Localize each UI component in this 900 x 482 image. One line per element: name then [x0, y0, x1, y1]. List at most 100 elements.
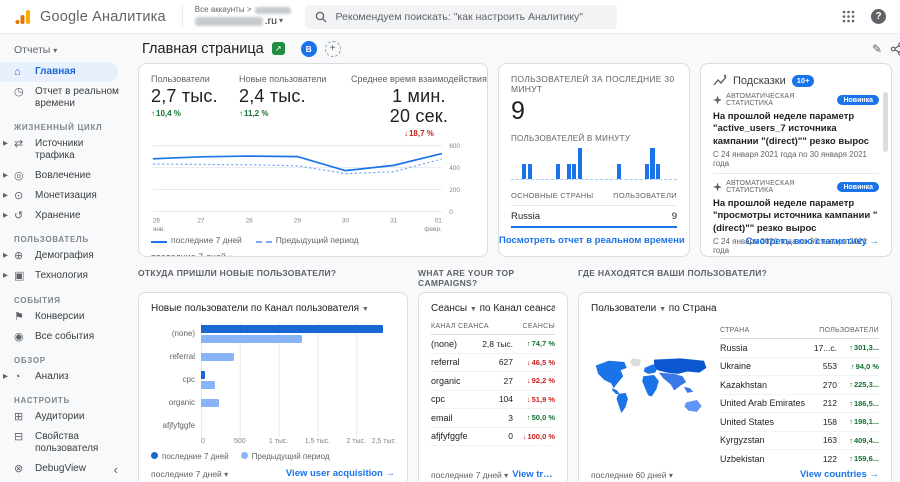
table-row[interactable]: Uzbekistan 122 ↑159,6... [720, 450, 879, 468]
date-range-selector[interactable]: последние 60 дней ▾ [591, 470, 673, 480]
table-row[interactable]: Kazakhstan 270 ↑225,3... [719, 376, 879, 395]
search-bar[interactable]: Рекомендуем поискать: "как настроить Ана… [305, 4, 618, 29]
chevron-down-icon[interactable]: ▼ [659, 306, 666, 313]
metric-new-users[interactable]: Новые пользователи 2,4 тыс. ↑11,2 % [239, 74, 345, 138]
trend-arrow-icon: ↑ [849, 398, 853, 408]
reports-dropdown[interactable]: Отчеты ▾ [0, 36, 130, 62]
table-row[interactable]: afjfyfggfe 0 ↓100,0 % [431, 428, 555, 446]
bar-chart-x-axis: 0 500 1 тыс. 1,5 тыс. 2 тыс. 2,5 тыс [201, 437, 395, 447]
trend-arrow-icon: ↑ [526, 339, 531, 348]
date-range-selector[interactable]: последние 7 дней ▾ [151, 252, 475, 256]
question-campaigns: WHAT ARE YOUR TOP CAMPAIGNS? [418, 268, 515, 288]
chevron-down-icon: ▾ [228, 253, 232, 256]
demographics-icon: ⊕ [14, 250, 24, 263]
chart-legend: последние 7 дней Предыдущий период [151, 452, 395, 461]
table-row[interactable]: organic 27 ↓92,2 % [431, 372, 555, 391]
view-all-insights-link[interactable]: Смотреть всю статистику → [746, 236, 879, 247]
metric-avg-engagement-time[interactable]: Среднее время взаимодействия 1 мин. 20 с… [351, 74, 487, 138]
sidebar-item-analysis[interactable]: ▶ ◔ Анализ [0, 367, 130, 387]
bar-row[interactable]: referral [151, 345, 395, 368]
table-row[interactable]: United Arab Emirates 212 ↑186,5... [719, 395, 879, 413]
table-row[interactable]: email 3 ↑50,0 % [431, 409, 555, 428]
line-series-current [152, 152, 443, 172]
trend-arrow-icon: ↑ [849, 454, 853, 463]
comparison-badge[interactable]: B [300, 40, 317, 57]
metric-selector[interactable]: Сеансы [431, 303, 467, 314]
country-column-header: СТРАНА [719, 327, 750, 334]
table-row[interactable]: United States 158 ↑198,1... [719, 413, 879, 432]
sidebar-item-all-events[interactable]: ◉ Все события [0, 327, 130, 347]
date-range-selector[interactable]: последние 7 дней ▾ [431, 470, 508, 480]
sidebar-section-user: ПОЛЬЗОВАТЕЛЬ [14, 235, 89, 245]
y-tick-label: 200 [449, 186, 460, 193]
insight-item[interactable]: АВТОМАТИЧЕСКАЯ СТАТИСТИКА Новинка На про… [713, 87, 879, 175]
sidebar-item-acquisition[interactable]: ▶ ⇄ Источники трафика [0, 134, 130, 166]
sidebar-item-retention[interactable]: ▶ ↺ Хранение [0, 206, 130, 226]
table-row[interactable]: Kyrgyzstan 163 ↑409,4... [719, 432, 879, 450]
countries-card: Пользователи ▼ по Страна СТРАНА ПОЛЬЗОВА… [578, 292, 892, 481]
table-row[interactable]: Russia 17...с. ↑301,3... [719, 339, 879, 358]
new-badge: Новинка [837, 182, 879, 193]
trend-arrow-icon: ↓ [526, 376, 531, 385]
realtime-card: ПОЛЬЗОВАТЕЛЕЙ ЗА ПОСЛЕДНИЕ 30 МИНУТ 9 ПО… [498, 63, 690, 257]
help-icon[interactable]: ? [871, 9, 886, 24]
sidebar-item-user-properties[interactable]: ⊟ Свойства пользователя [0, 427, 130, 459]
table-row[interactable]: cpc 104 ↓51,9 % [431, 391, 555, 409]
trend-arrow-icon: ↑ [850, 361, 855, 371]
sidebar-item-tech[interactable]: ▶ ▣ Технология [0, 266, 130, 286]
sidebar-item-home[interactable]: ⌂ Главная [0, 62, 118, 83]
chevron-down-icon[interactable]: ▼ [470, 306, 477, 313]
sidebar-item-audiences[interactable]: ⊞ Аудитории [0, 407, 130, 427]
bar-row[interactable]: afjfyfggfe [151, 414, 395, 437]
sidebar-item-debugview[interactable]: ⊗ DebugView [0, 459, 130, 479]
scrollbar-thumb[interactable] [883, 92, 888, 152]
metric-selector[interactable]: Новые пользователи [151, 303, 249, 314]
sidebar-item-conversions[interactable]: ⚑ Конверсии [0, 307, 130, 327]
home-icon: ⌂ [14, 66, 21, 78]
account-switcher[interactable]: Все аккаунты > .ru ▾ [181, 4, 292, 28]
view-traffic-acquisition-link[interactable]: View traffic acq... → [512, 469, 555, 480]
map-north-america[interactable] [595, 360, 627, 389]
table-row[interactable]: Ukraine 553 ↑94,0 % [719, 358, 879, 376]
account-path-label: Все аккаунты > [194, 4, 252, 14]
sparkle-icon [713, 95, 723, 105]
sidebar-item-realtime[interactable]: ◷ Отчет в реальном времени [0, 82, 130, 114]
view-realtime-link[interactable]: Посмотреть отчет в реальном времени → [499, 235, 689, 246]
metric-selector[interactable]: Пользователи [591, 303, 656, 314]
customize-report-icon[interactable]: ✎ [872, 42, 882, 56]
realtime-title: ПОЛЬЗОВАТЕЛЕЙ ЗА ПОСЛЕДНИЕ 30 МИНУТ [511, 74, 675, 94]
map-asia[interactable] [658, 372, 687, 391]
date-range-selector[interactable]: последние 7 дней ▾ [151, 469, 228, 479]
x-tick-label: 31 [390, 217, 398, 224]
table-row[interactable]: Russia 9 [511, 206, 677, 228]
table-row[interactable]: (none) 2,8 тыс. ↑74,7 % [431, 335, 555, 354]
sidebar-item-demographics[interactable]: ▶ ⊕ Демография [0, 246, 130, 266]
x-tick-label: 27 [197, 217, 205, 224]
metric-users[interactable]: Пользователи 2,7 тыс. ↑10,4 % [151, 74, 233, 138]
view-user-acquisition-link[interactable]: View user acquisition → [286, 468, 395, 479]
sidebar-item-engagement[interactable]: ▶ ◎ Вовлечение [0, 166, 130, 186]
page-toolbar: Главная страница ↗ B + ✎ [130, 34, 900, 61]
add-comparison-button[interactable]: + [324, 40, 341, 57]
map-russia[interactable] [654, 358, 707, 374]
table-row[interactable]: referral 627 ↓46,5 % [431, 354, 555, 372]
legend-dot-previous [240, 452, 248, 459]
chevron-down-icon[interactable]: ▼ [362, 306, 369, 313]
collapse-sidebar-button[interactable]: ‹ [114, 462, 118, 477]
dimension-selector[interactable]: Страна [682, 303, 717, 314]
bar-row[interactable]: cpc [151, 368, 395, 391]
x-tick-label: 30 [342, 217, 350, 224]
view-countries-link[interactable]: View countries → [800, 469, 879, 480]
bar-row[interactable]: organic [151, 391, 395, 414]
map-australia[interactable] [684, 400, 702, 412]
sidebar-section-configure: НАСТРОИТЬ [14, 395, 70, 405]
sidebar-item-monetization[interactable]: ▶ ⊙ Монетизация [0, 186, 130, 206]
bar-row[interactable]: (none) [151, 322, 395, 345]
apps-grid-icon[interactable] [842, 10, 855, 23]
map-africa[interactable] [642, 375, 659, 397]
ga-logo[interactable]: Google Аналитика [14, 8, 166, 26]
events-icon: ◉ [14, 330, 24, 343]
map-south-america[interactable] [616, 392, 628, 414]
share-icon[interactable] [890, 41, 900, 56]
metric-delta: ↑10,4 % [151, 108, 181, 118]
